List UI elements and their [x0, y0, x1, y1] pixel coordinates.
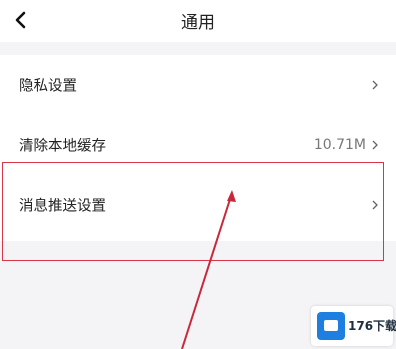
clear-cache-label: 清除本地缓存 — [19, 138, 106, 155]
chevron-right-icon — [372, 200, 378, 210]
clear-cache-item[interactable]: 清除本地缓存 10.71M — [0, 115, 396, 175]
page-title: 通用 — [181, 13, 215, 33]
privacy-settings-item[interactable]: 隐私设置 — [0, 55, 396, 115]
push-notification-settings-label: 消息推送设置 — [19, 198, 106, 215]
privacy-settings-label: 隐私设置 — [19, 78, 77, 95]
site-logo-icon — [317, 312, 345, 340]
settings-list: 隐私设置 清除本地缓存 10.71M 消息推送设置 — [0, 55, 396, 241]
push-notification-settings-item[interactable]: 消息推送设置 — [0, 175, 396, 235]
watermark-text: 176下载网 — [348, 319, 396, 333]
top-nav-bar: 通用 — [0, 0, 396, 42]
chevron-right-icon — [372, 80, 378, 90]
chevron-right-icon — [372, 140, 378, 150]
watermark-badge: 176下载网 — [311, 306, 396, 346]
cache-size-value: 10.71M — [313, 137, 366, 153]
